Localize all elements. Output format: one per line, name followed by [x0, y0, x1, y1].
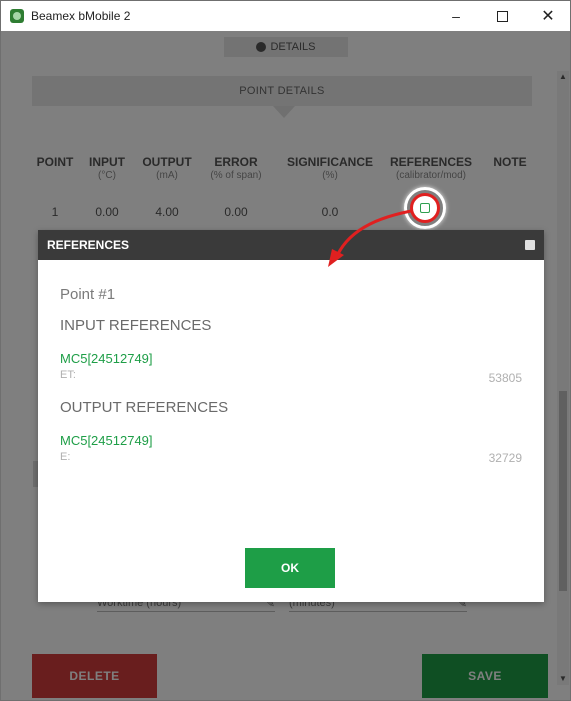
dialog-header: REFERENCES	[38, 230, 544, 260]
reference-icon[interactable]	[420, 203, 430, 213]
maximize-icon	[496, 10, 508, 22]
title-bar: Beamex bMobile 2 – ✕	[1, 1, 570, 31]
close-window-button[interactable]: ✕	[525, 1, 570, 31]
references-dialog: REFERENCES Point #1 INPUT REFERENCES MC5…	[38, 230, 544, 602]
point-label: Point #1	[60, 286, 116, 303]
window-title: Beamex bMobile 2	[31, 9, 131, 23]
minimize-button[interactable]: –	[433, 1, 479, 31]
input-ref-value: 53805	[488, 371, 522, 385]
output-ref-value: 32729	[488, 451, 522, 465]
output-references-title: OUTPUT REFERENCES	[60, 399, 229, 416]
input-ref-unit: ET:	[60, 369, 76, 381]
input-references-title: INPUT REFERENCES	[60, 317, 212, 334]
input-ref-name: MC5[24512749]	[60, 351, 153, 366]
close-icon[interactable]	[525, 240, 535, 250]
ok-button[interactable]: OK	[245, 548, 335, 588]
app-window: Beamex bMobile 2 – ✕ DETAILS POINT DETAI…	[0, 0, 571, 701]
output-ref-name: MC5[24512749]	[60, 433, 153, 448]
maximize-button[interactable]	[479, 1, 525, 31]
app-logo-icon	[10, 9, 24, 23]
output-ref-unit: E:	[60, 451, 71, 463]
dialog-title: REFERENCES	[47, 238, 130, 252]
